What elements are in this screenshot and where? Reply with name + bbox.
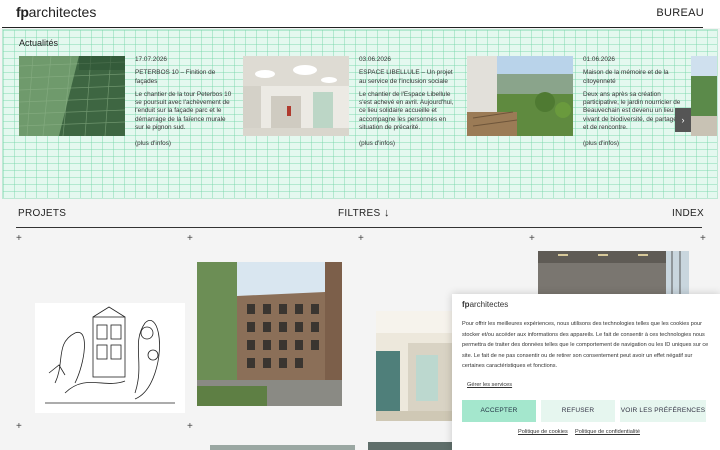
news-body: Le chantier de la tour Peterbos 10 se po… — [135, 90, 232, 132]
accept-button[interactable]: ACCEPTER — [462, 400, 536, 422]
plus-icon: + — [529, 233, 535, 244]
news-more-link[interactable]: (plus d'infos) — [359, 140, 459, 148]
cookie-text: Pour offrir les meilleures expériences, … — [462, 321, 709, 369]
projets-tab[interactable]: PROJETS — [18, 208, 66, 219]
news-headline[interactable]: Maison de la mémoire et de la citoyennet… — [583, 69, 683, 86]
news-next-arrow-icon[interactable]: › — [675, 108, 691, 132]
news-text: 01.06.2026 Maison de la mémoire et de la… — [583, 56, 683, 149]
plus-icon: + — [16, 421, 22, 432]
view-preferences-button[interactable]: VOIR LES PRÉFÉRENCES — [620, 400, 706, 422]
project-hall-thumbnail[interactable] — [538, 251, 689, 294]
news-date: 17.07.2026 — [135, 56, 167, 63]
site-logo[interactable]: fparchitectes — [16, 4, 96, 20]
projects-bar: PROJETS FILTRES ↓ INDEX — [0, 206, 720, 226]
news-image-espace-libellule[interactable] — [243, 56, 349, 136]
news-more-link[interactable]: (plus d'infos) — [583, 140, 683, 148]
news-image-partial[interactable] — [691, 56, 717, 136]
nav-bureau-link[interactable]: BUREAU — [656, 7, 704, 19]
manage-services-link[interactable]: Gérer les services — [467, 380, 512, 391]
news-date: 01.06.2026 — [583, 56, 615, 63]
site-header: fparchitectes BUREAU — [0, 0, 720, 28]
header-divider — [2, 27, 703, 28]
news-body: Le chantier de l'Espace Libellule s'est … — [359, 90, 454, 132]
cookie-consent-dialog: fparchitectes Pour offrir les meilleures… — [452, 294, 720, 450]
project-interior-thumbnail[interactable] — [376, 311, 453, 421]
privacy-policy-link[interactable]: Politique de confidentialité — [575, 427, 640, 438]
news-image-beauvechain[interactable] — [467, 56, 573, 136]
news-text: 17.07.2026 PETERBOS 10 – Finition de faç… — [135, 56, 235, 149]
cookie-logo: fparchitectes — [462, 300, 509, 309]
news-image-peterbos[interactable] — [19, 56, 125, 136]
news-date: 03.06.2026 — [359, 56, 391, 63]
plus-icon: + — [187, 421, 193, 432]
news-body: Deux ans après sa création participative… — [583, 90, 681, 132]
news-item[interactable]: 01.06.2026 Maison de la mémoire et de la… — [467, 56, 689, 196]
refuse-button[interactable]: REFUSER — [541, 400, 615, 422]
cookie-policy-link[interactable]: Politique de cookies — [518, 427, 568, 438]
plus-icon: + — [700, 233, 706, 244]
plus-icon: + — [16, 233, 22, 244]
arrow-down-icon[interactable]: ↓ — [384, 207, 390, 219]
projects-divider — [16, 227, 702, 228]
project-sketch-thumbnail[interactable] — [35, 303, 185, 413]
filtres-button[interactable]: FILTRES — [338, 208, 380, 219]
news-item[interactable]: 17.07.2026 PETERBOS 10 – Finition de faç… — [19, 56, 241, 196]
news-more-link[interactable]: (plus d'infos) — [135, 140, 235, 148]
news-panel: Actualités 17.07.2026 PETERBOS 10 – Fini… — [2, 29, 718, 199]
project-building-thumbnail[interactable] — [197, 262, 342, 406]
news-text: 03.06.2026 ESPACE LIBELLULE – Un projet … — [359, 56, 459, 149]
project-thumbnail-partial[interactable] — [210, 445, 355, 450]
plus-icon: + — [187, 233, 193, 244]
plus-icon: + — [358, 233, 364, 244]
news-headline[interactable]: ESPACE LIBELLULE – Un projet au service … — [359, 69, 459, 86]
index-tab[interactable]: INDEX — [672, 208, 704, 219]
news-item[interactable]: 03.06.2026 ESPACE LIBELLULE – Un projet … — [243, 56, 465, 196]
news-headline[interactable]: PETERBOS 10 – Finition de façades — [135, 69, 235, 86]
news-title: Actualités — [19, 38, 59, 48]
